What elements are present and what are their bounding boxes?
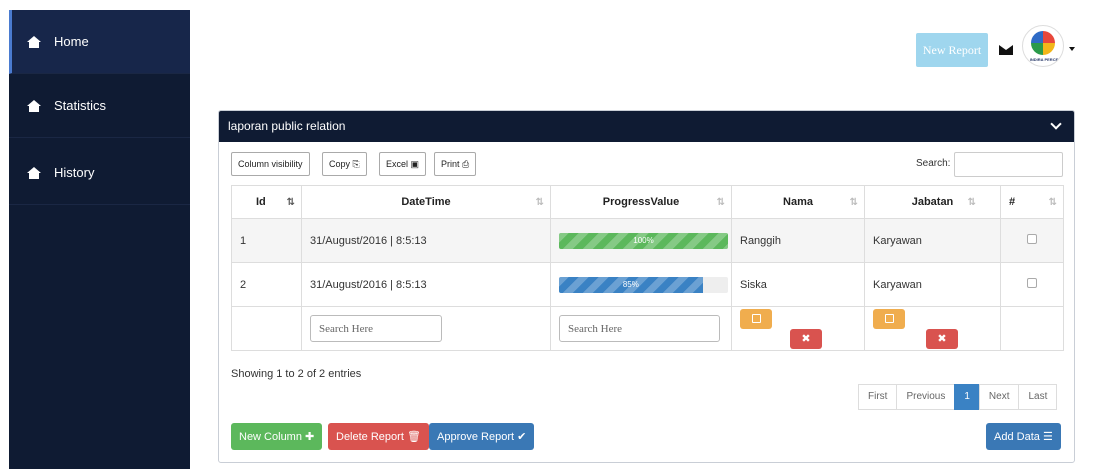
copy-label: Copy bbox=[329, 158, 351, 169]
cell-progress: 100% bbox=[550, 218, 732, 263]
edit-icon[interactable] bbox=[740, 308, 772, 329]
sort-icon: ⇅ bbox=[286, 197, 296, 208]
data-table: Id ⇅ DateTime ⇅ ProgressValue ⇅ Nama ⇅ Jabat… bbox=[231, 185, 1064, 351]
filter-cell-progress bbox=[550, 306, 732, 351]
print-icon: ⎙ bbox=[462, 158, 470, 169]
cell-nama: Ranggih bbox=[731, 218, 865, 263]
column-visibility-button[interactable]: Column visibility bbox=[231, 152, 310, 176]
new-report-button[interactable]: New Report bbox=[916, 33, 988, 67]
filter-cell-nama-actions bbox=[731, 306, 865, 351]
plus-icon: ✚ bbox=[305, 431, 315, 443]
page-last[interactable]: Last bbox=[1018, 384, 1058, 410]
sort-icon: ⇅ bbox=[716, 197, 726, 208]
sort-icon: ⇅ bbox=[535, 197, 545, 208]
database-icon: ☰ bbox=[1042, 431, 1053, 443]
add-data-button[interactable]: Add Data ☰ bbox=[986, 423, 1061, 450]
cell-jabatan: Karyawan bbox=[864, 262, 1001, 307]
cell-select bbox=[1000, 218, 1064, 263]
row-checkbox[interactable] bbox=[1027, 234, 1037, 244]
pagination: First Previous 1 Next Last bbox=[858, 384, 1058, 410]
panel-title: laporan public relation bbox=[228, 119, 346, 133]
column-header-hash[interactable]: # ⇅ bbox=[1000, 185, 1064, 219]
filter-cell-datetime bbox=[301, 306, 551, 351]
column-header-id[interactable]: Id ⇅ bbox=[231, 185, 302, 219]
filter-cell-empty bbox=[231, 306, 302, 351]
check-icon: ✔ bbox=[517, 431, 527, 443]
envelope-icon[interactable] bbox=[999, 45, 1013, 55]
company-logo bbox=[1031, 31, 1055, 55]
copy-button[interactable]: Copy ⎘ bbox=[322, 152, 367, 176]
print-button[interactable]: Print ⎙ bbox=[434, 152, 477, 176]
page-previous[interactable]: Previous bbox=[896, 384, 956, 410]
page-1[interactable]: 1 bbox=[954, 384, 980, 410]
row-checkbox[interactable] bbox=[1027, 278, 1037, 288]
chevron-down-icon[interactable] bbox=[1069, 47, 1075, 51]
cell-datetime: 31/August/2016 | 8:5:13 bbox=[301, 218, 551, 263]
excel-button[interactable]: Excel ▣ bbox=[379, 152, 427, 176]
column-header-nama[interactable]: Nama ⇅ bbox=[731, 185, 865, 219]
search-label: Search: bbox=[916, 158, 951, 169]
home-icon bbox=[27, 35, 41, 48]
cell-nama: Siska bbox=[731, 262, 865, 307]
sidebar-item-label: Home bbox=[54, 34, 89, 49]
delete-report-button[interactable]: Delete Report 🗑 bbox=[328, 423, 429, 450]
sort-icon: ⇅ bbox=[849, 197, 859, 208]
progress-filter-input[interactable] bbox=[559, 315, 720, 342]
cell-id: 2 bbox=[231, 262, 302, 307]
sidebar-item-statistics[interactable]: Statistics bbox=[9, 74, 190, 138]
table-header-row: Id ⇅ DateTime ⇅ ProgressValue ⇅ Nama ⇅ Jabat… bbox=[231, 185, 1064, 219]
datetime-filter-input[interactable] bbox=[310, 315, 442, 342]
progress-bar: 85% bbox=[559, 276, 728, 293]
copy-icon: ⎘ bbox=[352, 158, 360, 169]
excel-icon: ▣ bbox=[410, 158, 420, 169]
excel-label: Excel bbox=[386, 158, 409, 169]
new-column-button[interactable]: New Column ✚ bbox=[231, 423, 323, 450]
sidebar-item-home[interactable]: Home bbox=[9, 10, 190, 74]
cell-datetime: 31/August/2016 | 8:5:13 bbox=[301, 262, 551, 307]
progress-fill: 85% bbox=[559, 276, 703, 293]
sidebar-item-label: History bbox=[54, 165, 95, 180]
column-header-progressvalue[interactable]: ProgressValue ⇅ bbox=[550, 185, 732, 219]
trash-icon: 🗑 bbox=[406, 431, 421, 443]
table-row[interactable]: 2 31/August/2016 | 8:5:13 85% Siska Kary… bbox=[231, 262, 1064, 307]
home-icon bbox=[27, 99, 41, 112]
panel-header: laporan public relation bbox=[219, 111, 1074, 142]
filter-cell-jabatan-actions bbox=[864, 306, 1001, 351]
print-label: Print bbox=[441, 158, 460, 169]
chevron-down-icon[interactable] bbox=[1050, 118, 1062, 130]
page-next[interactable]: Next bbox=[978, 384, 1020, 410]
sidebar-item-label: Statistics bbox=[54, 98, 107, 113]
column-header-datetime[interactable]: DateTime ⇅ bbox=[301, 185, 551, 219]
sidebar: Home Statistics History bbox=[9, 10, 190, 469]
table-info: Showing 1 to 2 of 2 entries bbox=[231, 368, 362, 380]
filter-row bbox=[231, 306, 1064, 351]
cell-select bbox=[1000, 262, 1064, 307]
home-icon bbox=[27, 166, 41, 179]
table-row[interactable]: 1 31/August/2016 | 8:5:13 100% Ranggih K… bbox=[231, 218, 1064, 263]
column-header-jabatan[interactable]: Jabatan ⇅ bbox=[864, 185, 1001, 219]
cell-progress: 85% bbox=[550, 262, 732, 307]
approve-report-button[interactable]: Approve Report ✔ bbox=[429, 423, 535, 450]
search-input[interactable] bbox=[954, 152, 1063, 177]
cell-id: 1 bbox=[231, 218, 302, 263]
delete-icon[interactable] bbox=[926, 328, 958, 349]
edit-icon[interactable] bbox=[873, 308, 905, 329]
page-first[interactable]: First bbox=[858, 384, 898, 410]
logo-text: INDIRA PERCE bbox=[1029, 57, 1059, 62]
sidebar-item-history[interactable]: History bbox=[9, 141, 190, 205]
progress-fill: 100% bbox=[559, 232, 728, 249]
progress-bar: 100% bbox=[559, 232, 728, 249]
delete-icon[interactable] bbox=[790, 328, 822, 349]
sort-icon: ⇅ bbox=[967, 197, 977, 208]
sort-icon: ⇅ bbox=[1048, 197, 1058, 208]
cell-jabatan: Karyawan bbox=[864, 218, 1001, 263]
filter-cell-empty bbox=[1000, 306, 1064, 351]
report-panel: laporan public relation Column visibilit… bbox=[218, 110, 1075, 463]
avatar[interactable]: INDIRA PERCE bbox=[1022, 25, 1064, 67]
